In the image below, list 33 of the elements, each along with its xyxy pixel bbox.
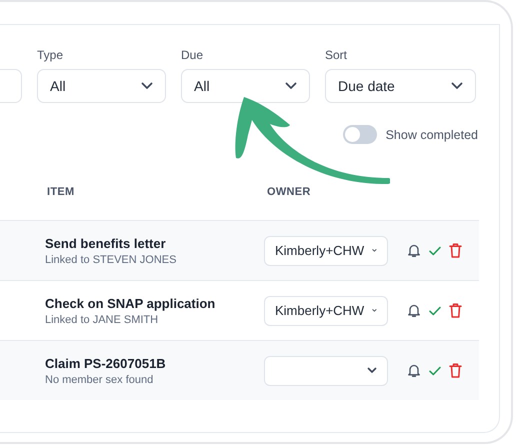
task-title: Claim PS-2607051B — [45, 356, 167, 370]
bell-icon[interactable] — [407, 303, 421, 318]
trash-icon[interactable] — [449, 363, 462, 378]
owner-select[interactable]: Kimberly+CHW — [264, 296, 388, 326]
column-header: OWNER — [267, 186, 311, 200]
chevron-down-icon — [367, 367, 377, 374]
bell-icon[interactable] — [407, 243, 421, 258]
filter-select[interactable]: All — [181, 69, 310, 103]
filter-label: Sort — [325, 48, 348, 62]
chevron-down-icon — [372, 247, 377, 254]
task-subtitle: No member sex found — [45, 374, 154, 386]
task-subtitle: Linked to JANE SMITH — [45, 314, 160, 326]
task-subtitle: Linked to STEVEN JONES — [45, 254, 178, 266]
task-title: Check on SNAP application — [45, 296, 216, 310]
chevron-down-icon — [451, 82, 463, 90]
trash-icon[interactable] — [449, 303, 462, 318]
check-icon[interactable] — [429, 246, 441, 256]
filter-select[interactable]: All — [37, 69, 166, 103]
filter-select[interactable]: Due date — [325, 69, 476, 103]
chevron-down-icon — [141, 82, 153, 90]
check-icon[interactable] — [429, 366, 441, 376]
chevron-down-icon — [372, 307, 377, 314]
trash-icon[interactable] — [449, 243, 462, 258]
toggle-switch[interactable] — [342, 125, 377, 144]
filter-label: Due — [181, 48, 204, 62]
check-icon[interactable] — [429, 306, 441, 316]
bell-icon[interactable] — [407, 363, 421, 378]
column-header: ITEM — [47, 186, 76, 200]
task-title: Send benefits letter — [45, 236, 167, 250]
filter-label: Type — [37, 48, 64, 62]
toggle-label: Show completed — [386, 128, 478, 142]
chevron-down-icon — [285, 82, 297, 90]
owner-select[interactable]: Kimberly+CHW — [264, 236, 388, 266]
